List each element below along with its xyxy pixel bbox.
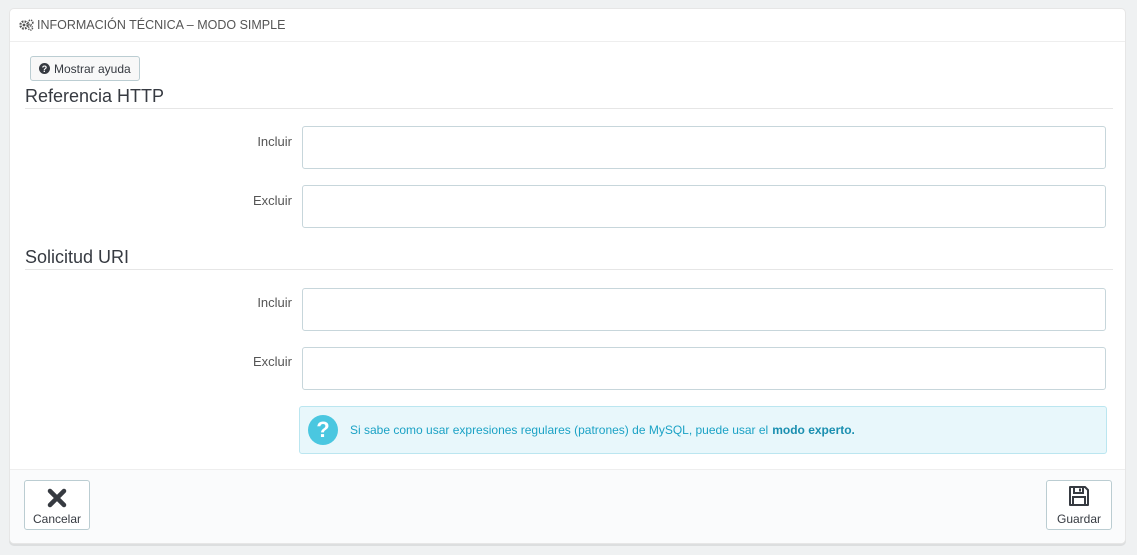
panel-footer: Cancelar Guardar	[10, 469, 1125, 543]
section-title-http-referrer: Referencia HTTP	[25, 86, 165, 106]
save-label: Guardar	[1056, 512, 1102, 526]
info-alert-text: Si sabe como usar expresiones regulares …	[350, 423, 769, 437]
info-alert: ? Si sabe como usar expresiones regulare…	[299, 406, 1107, 454]
cogs-icon	[19, 19, 34, 31]
question-icon: ?	[308, 415, 338, 445]
uri-exclude-input[interactable]	[302, 347, 1106, 390]
expert-mode-link[interactable]: modo experto.	[772, 423, 855, 437]
section-divider	[25, 269, 1113, 270]
http-exclude-label: Excluir	[252, 193, 292, 208]
uri-exclude-label: Excluir	[252, 354, 292, 369]
save-icon	[1067, 484, 1091, 508]
section-divider	[25, 108, 1113, 109]
close-icon	[47, 488, 67, 508]
uri-include-label: Incluir	[257, 295, 292, 310]
show-help-label: Mostrar ayuda	[54, 61, 131, 76]
technical-info-panel: INFORMACIÓN TÉCNICA – MODO SIMPLE ? Most…	[9, 8, 1126, 544]
http-include-input[interactable]	[302, 126, 1106, 169]
show-help-button[interactable]: ? Mostrar ayuda	[30, 56, 140, 81]
http-exclude-input[interactable]	[302, 185, 1106, 228]
cancel-button[interactable]: Cancelar	[24, 480, 90, 530]
section-title-request-uri: Solicitud URI	[25, 247, 130, 267]
http-include-label: Incluir	[257, 134, 292, 149]
cancel-label: Cancelar	[32, 512, 82, 526]
panel-title: INFORMACIÓN TÉCNICA – MODO SIMPLE	[37, 18, 286, 32]
uri-include-input[interactable]	[302, 288, 1106, 331]
save-button[interactable]: Guardar	[1046, 480, 1112, 530]
question-circle-icon: ?	[39, 63, 50, 74]
panel-heading: INFORMACIÓN TÉCNICA – MODO SIMPLE	[10, 9, 1125, 42]
